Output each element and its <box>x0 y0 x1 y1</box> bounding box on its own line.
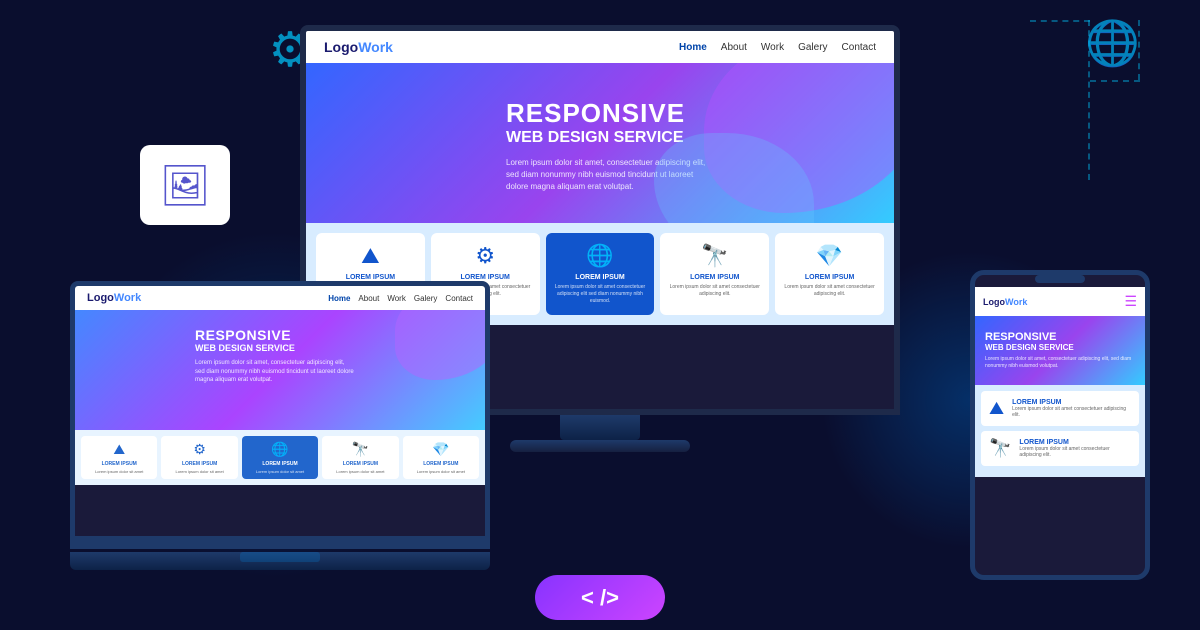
laptop-cards: ⛰ LOREM IPSUM Lorem ipsum dolor sit amet… <box>75 430 485 485</box>
card-label-4: LOREM IPSUM <box>666 274 763 281</box>
laptop-card-label-2: LOREM IPSUM <box>164 461 234 467</box>
card-icon-mountain: ⛰ <box>322 243 419 269</box>
phone-cards: ⛰ LOREM IPSUM Lorem ipsum dolor sit amet… <box>975 385 1145 477</box>
laptop-card-4: 🔭 LOREM IPSUM Lorem ipsum dolor sit amet <box>322 436 398 479</box>
laptop-card-icon-3: 🌐 <box>245 441 315 458</box>
monitor-nav-links: Home About Work Galery Contact <box>679 42 876 53</box>
laptop-nav-about[interactable]: About <box>358 294 379 303</box>
phone-menu-icon[interactable]: ☰ <box>1124 293 1137 310</box>
laptop-trackpad <box>240 552 320 562</box>
laptop-base <box>70 552 490 570</box>
laptop-hero-body: Lorem ipsum dolor sit amet, consectetuer… <box>195 359 355 384</box>
card-text-4: Lorem ipsum dolor sit amet consectetuer … <box>666 284 763 298</box>
laptop-screen: LogoWork Home About Work Galery Contact … <box>70 281 490 541</box>
image-icon: 🖼 <box>140 145 230 225</box>
laptop-card-label-4: LOREM IPSUM <box>325 461 395 467</box>
monitor-stand-tube <box>560 415 640 440</box>
laptop-card-label-3: LOREM IPSUM <box>245 461 315 467</box>
card-icon-gear: ⚙ <box>437 243 534 269</box>
laptop-card-icon-5: 💎 <box>406 441 476 458</box>
dashed-line-h2 <box>1090 80 1140 82</box>
laptop-nav-links: Home About Work Galery Contact <box>328 294 473 303</box>
laptop-nav-contact[interactable]: Contact <box>445 294 473 303</box>
laptop-nav: LogoWork Home About Work Galery Contact <box>75 286 485 310</box>
monitor-base-plate <box>510 440 690 452</box>
monitor-nav: LogoWork Home About Work Galery Contact <box>306 31 894 63</box>
laptop-card-label-1: LOREM IPSUM <box>84 461 154 467</box>
card-label-2: LOREM IPSUM <box>437 274 534 281</box>
monitor-hero: RESPONSIVE WEB DESIGN SERVICE Lorem ipsu… <box>306 63 894 223</box>
phone-card-label-1: LOREM IPSUM <box>1012 399 1131 406</box>
phone-card-2: 🔭 LOREM IPSUM Lorem ipsum dolor sit amet… <box>981 431 1139 466</box>
phone-card-icon-1: ⛰ <box>989 398 1004 419</box>
phone-card-icon-2: 🔭 <box>989 438 1011 459</box>
card-label-5: LOREM IPSUM <box>781 274 878 281</box>
laptop-card-icon-1: ⛰ <box>84 441 154 458</box>
laptop-card-text-3: Lorem ipsum dolor sit amet <box>245 469 315 474</box>
monitor-card-4: 🔭 LOREM IPSUM Lorem ipsum dolor sit amet… <box>660 233 769 315</box>
monitor-card-5: 💎 LOREM IPSUM Lorem ipsum dolor sit amet… <box>775 233 884 315</box>
laptop-card-1: ⛰ LOREM IPSUM Lorem ipsum dolor sit amet <box>81 436 157 479</box>
phone-nav: LogoWork ☰ <box>975 287 1145 316</box>
card-label-1: LOREM IPSUM <box>322 274 419 281</box>
phone-hero: RESPONSIVE WEB DESIGN SERVICE Lorem ipsu… <box>975 316 1145 385</box>
code-button[interactable]: < /> <box>535 575 665 620</box>
laptop-hinge <box>70 541 490 549</box>
laptop-card-icon-2: ⚙ <box>164 441 234 458</box>
nav-about[interactable]: About <box>721 42 747 53</box>
globe-icon: 🌐 <box>1085 15 1140 70</box>
laptop: LogoWork Home About Work Galery Contact … <box>70 281 490 570</box>
monitor-logo: LogoWork <box>324 39 393 55</box>
laptop-card-3-featured: 🌐 LOREM IPSUM Lorem ipsum dolor sit amet <box>242 436 318 479</box>
card-icon-globe: 🌐 <box>552 243 649 269</box>
card-text-3: Lorem ipsum dolor sit amet consectetuer … <box>552 284 649 305</box>
phone-card-label-2: LOREM IPSUM <box>1019 439 1131 446</box>
phone-hero-body: Lorem ipsum dolor sit amet, consectetuer… <box>985 356 1135 370</box>
laptop-card-text-4: Lorem ipsum dolor sit amet <box>325 469 395 474</box>
laptop-card-text-5: Lorem ipsum dolor sit amet <box>406 469 476 474</box>
phone-hero-title: RESPONSIVE <box>985 331 1135 343</box>
dashed-line-h1 <box>1030 20 1090 22</box>
phone-screen: LogoWork ☰ RESPONSIVE WEB DESIGN SERVICE… <box>970 270 1150 580</box>
monitor-logo-highlight: Work <box>358 39 393 55</box>
laptop-card-icon-4: 🔭 <box>325 441 395 458</box>
phone: LogoWork ☰ RESPONSIVE WEB DESIGN SERVICE… <box>970 270 1150 580</box>
laptop-card-text-1: Lorem ipsum dolor sit amet <box>84 469 154 474</box>
phone-notch <box>1035 275 1085 283</box>
laptop-hero: RESPONSIVE WEB DESIGN SERVICE Lorem ipsu… <box>75 310 485 430</box>
card-icon-diamond: 💎 <box>781 243 878 269</box>
nav-work[interactable]: Work <box>761 42 784 53</box>
phone-card-content-1: LOREM IPSUM Lorem ipsum dolor sit amet c… <box>1012 399 1131 418</box>
nav-contact[interactable]: Contact <box>842 42 876 53</box>
phone-logo: LogoWork <box>983 297 1027 307</box>
laptop-hero-blob <box>395 310 485 380</box>
phone-card-text-1: Lorem ipsum dolor sit amet consectetuer … <box>1012 406 1131 418</box>
phone-card-content-2: LOREM IPSUM Lorem ipsum dolor sit amet c… <box>1019 439 1131 458</box>
laptop-card-5: 💎 LOREM IPSUM Lorem ipsum dolor sit amet <box>403 436 479 479</box>
laptop-card-text-2: Lorem ipsum dolor sit amet <box>164 469 234 474</box>
laptop-nav-home[interactable]: Home <box>328 294 350 303</box>
laptop-logo: LogoWork <box>87 292 141 304</box>
card-text-5: Lorem ipsum dolor sit amet consectetuer … <box>781 284 878 298</box>
card-label-3: LOREM IPSUM <box>552 274 649 281</box>
card-icon-binoculars: 🔭 <box>666 243 763 269</box>
laptop-nav-work[interactable]: Work <box>387 294 406 303</box>
nav-home[interactable]: Home <box>679 42 707 53</box>
laptop-card-label-5: LOREM IPSUM <box>406 461 476 467</box>
phone-hero-subtitle: WEB DESIGN SERVICE <box>985 343 1135 352</box>
code-button-label: < /> <box>581 585 619 611</box>
monitor-card-3-featured: 🌐 LOREM IPSUM Lorem ipsum dolor sit amet… <box>546 233 655 315</box>
laptop-nav-galery[interactable]: Galery <box>414 294 438 303</box>
laptop-card-2: ⚙ LOREM IPSUM Lorem ipsum dolor sit amet <box>161 436 237 479</box>
phone-card-1: ⛰ LOREM IPSUM Lorem ipsum dolor sit amet… <box>981 391 1139 426</box>
phone-card-text-2: Lorem ipsum dolor sit amet consectetuer … <box>1019 446 1131 458</box>
nav-galery[interactable]: Galery <box>798 42 827 53</box>
